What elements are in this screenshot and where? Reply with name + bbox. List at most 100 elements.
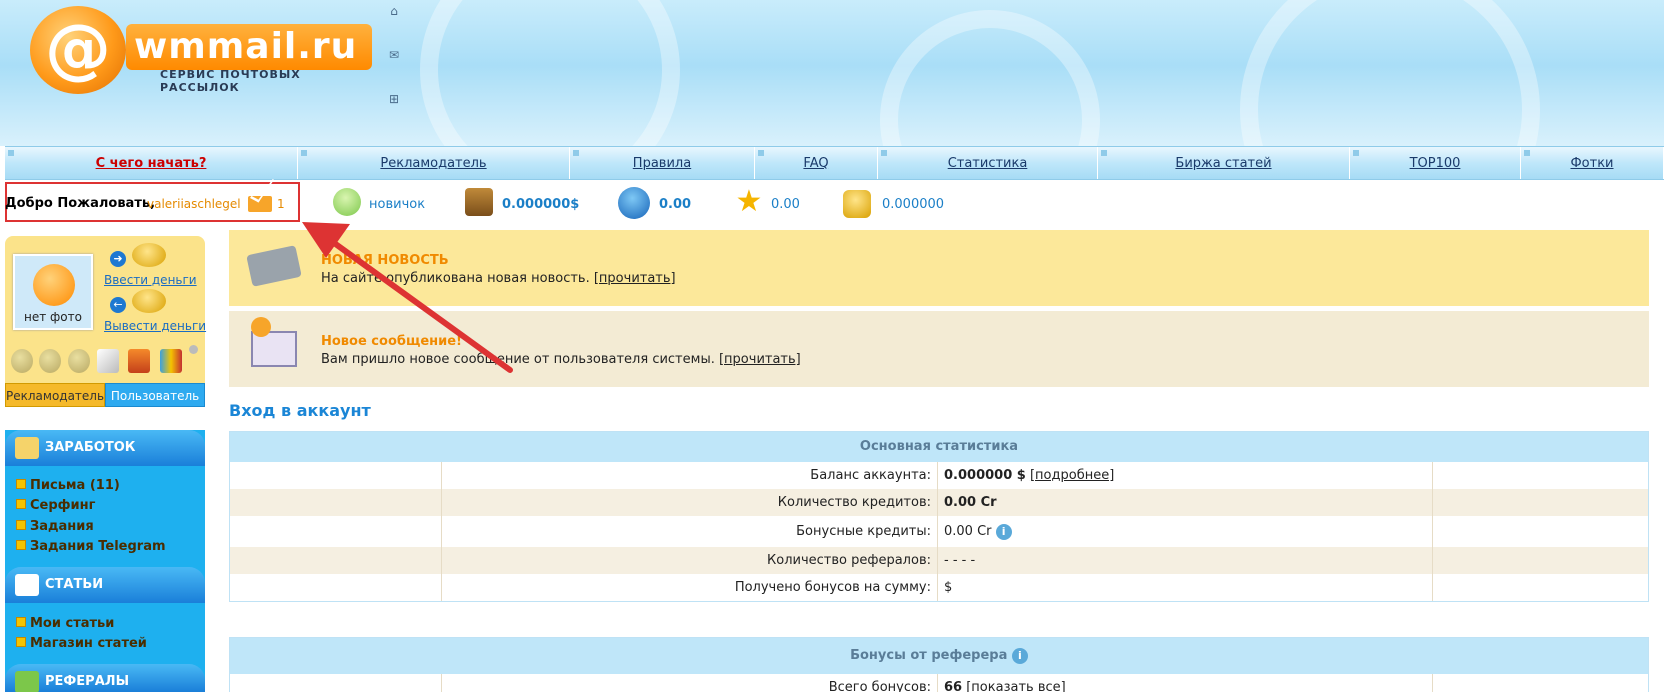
withdraw-link[interactable]: Вывести деньги bbox=[104, 319, 206, 333]
main-nav: С чего начать? Рекламодатель Правила FAQ… bbox=[5, 146, 1664, 180]
table-row: Количество рефералов: - - - - bbox=[230, 547, 1648, 574]
referrer-bonus-table: Бонусы от реферера i Всего бонусов: 66 [… bbox=[229, 637, 1649, 692]
row-value: - - - - bbox=[938, 547, 1433, 574]
nav-label: С чего начать? bbox=[95, 156, 207, 171]
nav-advertiser[interactable]: Рекламодатель bbox=[298, 147, 570, 179]
tab-advertiser[interactable]: Рекламодатель bbox=[5, 383, 106, 407]
row-value: 66 [показать все] bbox=[938, 674, 1433, 692]
show-all-link[interactable]: [показать все] bbox=[966, 680, 1065, 692]
welcome-text: Добро Пожаловать, bbox=[5, 196, 156, 211]
row-value: $ bbox=[938, 574, 1433, 601]
deposit-link[interactable]: Ввести деньги bbox=[104, 273, 197, 287]
message-body: Вам пришло новое сообщение от пользовате… bbox=[321, 352, 801, 367]
menu-header-label: РЕФЕРАЛЫ bbox=[45, 674, 130, 689]
nav-photos[interactable]: Фотки bbox=[1521, 147, 1664, 179]
document-icon bbox=[15, 574, 39, 596]
arrow-right-icon: ➜ bbox=[110, 251, 126, 267]
table-row: Получено бонусов на сумму: $ bbox=[230, 574, 1648, 601]
table-header-label: Бонусы от реферера bbox=[850, 648, 1008, 663]
info-icon[interactable]: i bbox=[1011, 647, 1028, 664]
role-tabs: Рекламодатель Пользователь bbox=[5, 383, 205, 407]
header-decoration bbox=[880, 10, 1100, 146]
nav-top100[interactable]: TOP100 bbox=[1350, 147, 1521, 179]
menu-item-letters[interactable]: Письма (11) bbox=[16, 478, 120, 493]
avatar-placeholder-icon bbox=[33, 264, 75, 306]
medal-icon bbox=[68, 349, 90, 373]
nav-rules[interactable]: Правила bbox=[570, 147, 755, 179]
row-label: Бонусные кредиты: bbox=[442, 516, 938, 547]
row-value: 0.00 Cr bbox=[938, 489, 1433, 516]
table-row: Бонусные кредиты: 0.00 Cr i bbox=[230, 516, 1648, 547]
nav-label: TOP100 bbox=[1409, 156, 1461, 171]
info-icon[interactable]: i bbox=[995, 523, 1012, 540]
medal-icon bbox=[39, 349, 61, 373]
table-row: Количество кредитов: 0.00 Cr bbox=[230, 489, 1648, 516]
nav-faq[interactable]: FAQ bbox=[755, 147, 878, 179]
read-news-link[interactable]: [прочитать] bbox=[594, 271, 676, 286]
menu-item-surfing[interactable]: Серфинг bbox=[16, 498, 95, 513]
row-label: Всего бонусов: bbox=[442, 674, 938, 692]
menu-item-my-articles[interactable]: Мои статьи bbox=[16, 616, 114, 631]
star-icon: ★ bbox=[735, 184, 763, 219]
message-panel: Новое сообщение! Вам пришло новое сообще… bbox=[229, 311, 1649, 387]
menu-item-telegram-tasks[interactable]: Задания Telegram bbox=[16, 539, 166, 554]
menu-header-articles[interactable]: СТАТЬИ bbox=[5, 567, 205, 603]
arrow-left-icon: ← bbox=[110, 297, 126, 313]
message-text: Вам пришло новое сообщение от пользовате… bbox=[321, 352, 715, 367]
menu-header-earnings[interactable]: ЗАРАБОТОК bbox=[5, 430, 205, 466]
row-label: Получено бонусов на сумму: bbox=[442, 574, 938, 601]
nav-label: Биржа статей bbox=[1175, 156, 1272, 171]
site-logo[interactable]: @ wmmail.ru СЕРВИС ПОЧТОВЫХ РАССЫЛОК bbox=[30, 6, 372, 94]
treasure-chest-icon bbox=[465, 188, 493, 216]
rating-value: 0.00 bbox=[771, 197, 800, 212]
bricks-icon[interactable] bbox=[128, 349, 150, 373]
left-menu bbox=[5, 430, 205, 692]
nav-label: Рекламодатель bbox=[380, 156, 487, 171]
logo-tagline: СЕРВИС ПОЧТОВЫХ РАССЫЛОК bbox=[160, 68, 301, 94]
balance-details-link[interactable]: [подробнее] bbox=[1030, 468, 1114, 483]
table-row: Всего бонусов: 66 [показать все] bbox=[230, 674, 1648, 692]
newspaper-icon bbox=[246, 245, 302, 287]
message-title: Новое сообщение! bbox=[321, 334, 462, 349]
table-header: Основная статистика bbox=[230, 432, 1648, 462]
tab-user[interactable]: Пользователь bbox=[105, 383, 205, 407]
money-bag-icon bbox=[15, 437, 39, 459]
home-icon[interactable]: ⌂ bbox=[386, 4, 402, 20]
logo-name: wmmail.ru bbox=[126, 24, 372, 70]
row-label: Количество рефералов: bbox=[442, 547, 938, 574]
sitemap-icon[interactable]: ⊞ bbox=[386, 92, 402, 108]
read-message-link[interactable]: [прочитать] bbox=[719, 352, 801, 367]
status-text: новичок bbox=[369, 197, 426, 212]
news-body: На сайте опубликована новая новость. [пр… bbox=[321, 271, 676, 286]
envelope-icon bbox=[251, 317, 297, 367]
people-icon bbox=[15, 671, 39, 692]
bonus-credits-value: 0.00 Cr bbox=[944, 524, 992, 539]
mail-icon[interactable]: ✉ bbox=[386, 48, 402, 64]
envelope-icon[interactable] bbox=[248, 196, 272, 212]
header-decoration bbox=[1240, 0, 1540, 146]
nav-article-exchange[interactable]: Биржа статей bbox=[1098, 147, 1350, 179]
news-panel: НОВАЯ НОВОСТЬ На сайте опубликована нова… bbox=[229, 230, 1649, 306]
coins-stack-icon bbox=[132, 243, 166, 267]
photo-label: нет фото bbox=[24, 310, 82, 324]
nav-label: Статистика bbox=[947, 156, 1028, 171]
site-header: @ wmmail.ru СЕРВИС ПОЧТОВЫХ РАССЫЛОК ⌂ ✉… bbox=[0, 0, 1664, 146]
message-count[interactable]: 1 bbox=[277, 197, 285, 211]
menu-item-article-shop[interactable]: Магазин статей bbox=[16, 636, 147, 651]
nav-getting-started[interactable]: С чего начать? bbox=[5, 147, 298, 179]
chart-icon[interactable] bbox=[160, 349, 182, 373]
menu-item-tasks[interactable]: Задания bbox=[16, 519, 94, 534]
dot-icon bbox=[189, 345, 198, 354]
logo-at-sign: @ bbox=[30, 6, 126, 94]
row-label: Баланс аккаунта: bbox=[442, 462, 938, 489]
nav-statistics[interactable]: Статистика bbox=[878, 147, 1098, 179]
coins-stack-icon bbox=[132, 289, 166, 313]
nav-label: Фотки bbox=[1570, 156, 1614, 171]
menu-header-referrals[interactable]: РЕФЕРАЛЫ bbox=[5, 664, 205, 692]
coins-icon bbox=[843, 190, 871, 218]
nav-label: FAQ bbox=[803, 156, 829, 171]
profile-photo[interactable]: нет фото bbox=[13, 254, 93, 330]
username[interactable]: valeriiaschlegel bbox=[147, 197, 241, 211]
pencil-icon[interactable] bbox=[97, 349, 119, 373]
table-body: Баланс аккаунта: 0.000000 $ [подробнее] … bbox=[230, 462, 1648, 601]
